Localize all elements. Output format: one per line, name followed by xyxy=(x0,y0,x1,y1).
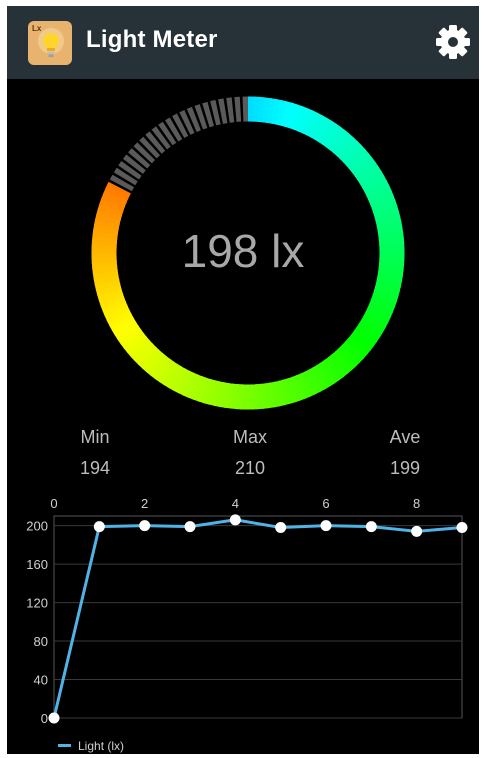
x-tick-label: 2 xyxy=(141,496,148,511)
lux-reading: 198 lx xyxy=(181,225,305,277)
y-tick-label: 40 xyxy=(34,673,48,688)
plot-frame xyxy=(53,515,463,719)
max-label: Max xyxy=(232,427,267,447)
app-title: Light Meter xyxy=(86,26,218,53)
data-point xyxy=(93,521,105,533)
data-point xyxy=(365,521,377,533)
data-point xyxy=(275,522,287,534)
max-value: 210 xyxy=(234,458,266,478)
min-label: Min xyxy=(80,427,110,447)
data-point xyxy=(48,712,60,724)
y-tick-label: 200 xyxy=(26,519,48,534)
ave-label: Ave xyxy=(389,427,421,447)
gear-icon[interactable] xyxy=(435,24,471,60)
x-tick-label: 0 xyxy=(50,496,57,511)
data-point xyxy=(320,520,332,532)
y-tick-label: 80 xyxy=(34,634,48,649)
ave-value: 199 xyxy=(389,458,421,478)
app-bar: Lx Light Meter xyxy=(7,6,479,79)
data-point xyxy=(456,522,468,534)
data-point xyxy=(229,514,241,526)
x-tick-label: 8 xyxy=(413,496,420,511)
x-tick-label: 4 xyxy=(232,496,239,511)
y-tick-label: 120 xyxy=(26,596,48,611)
y-tick-label: 0 xyxy=(41,711,48,726)
data-point xyxy=(184,521,196,533)
legend-swatch xyxy=(58,744,71,747)
app-screen: Lx Light Meter 198 lx Min 194 Max 210 Av… xyxy=(7,6,479,754)
y-tick-label: 160 xyxy=(26,557,48,572)
data-point xyxy=(411,525,423,537)
light-chart: 040801201602000 2 4 6 8Light (lx) xyxy=(26,496,468,753)
x-tick-label: 6 xyxy=(322,496,329,511)
data-point xyxy=(139,520,151,532)
app-icon-tag: Lx xyxy=(32,24,42,33)
legend-label: Light (lx) xyxy=(78,739,124,753)
series-line xyxy=(52,518,463,719)
lightbulb-icon: Lx xyxy=(28,21,72,65)
min-value: 194 xyxy=(79,458,111,478)
